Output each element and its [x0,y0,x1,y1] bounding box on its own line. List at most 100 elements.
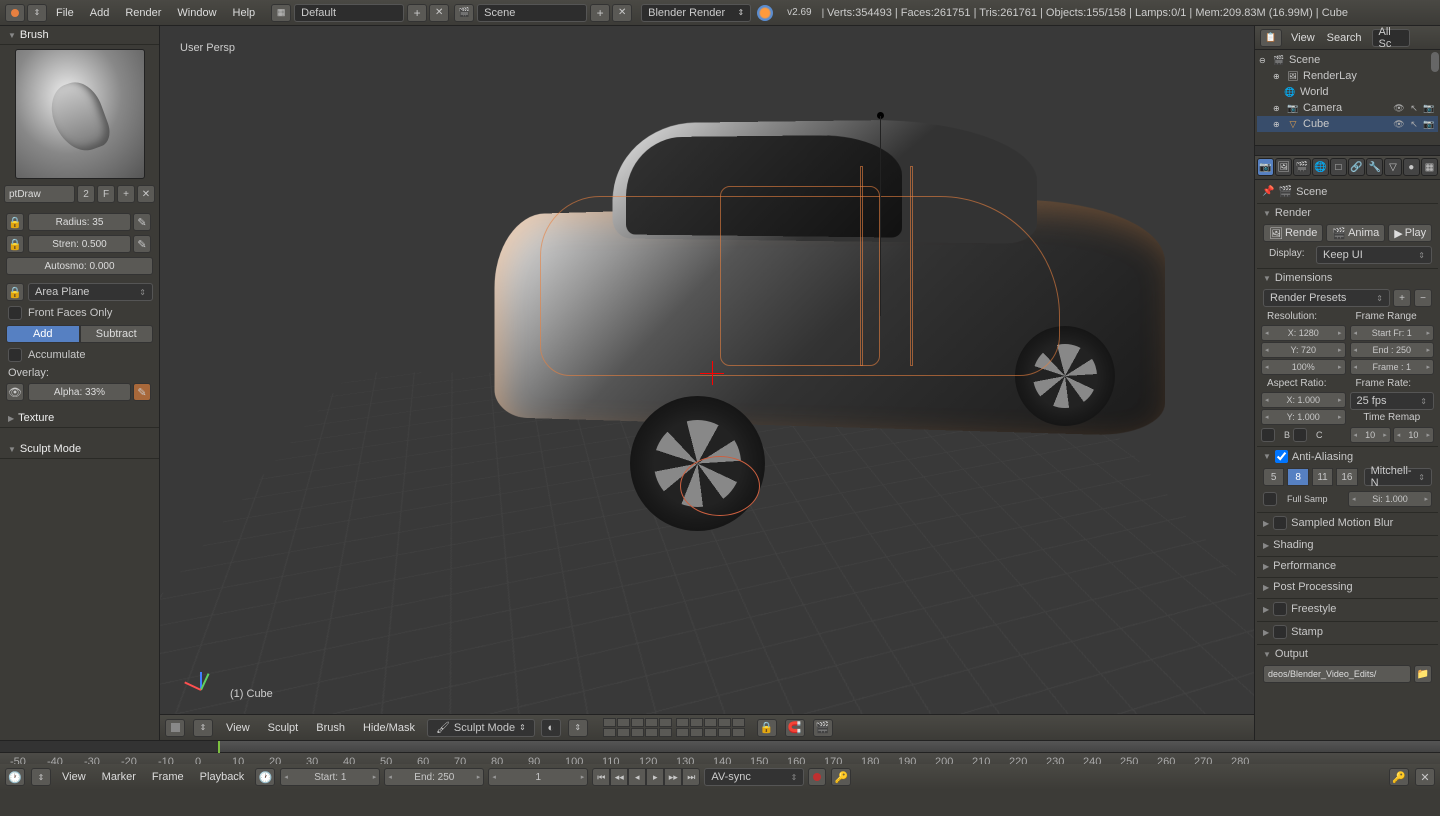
end-frame-field[interactable]: End : 250 [1350,342,1435,358]
vp-menu-hidemask[interactable]: Hide/Mask [357,719,421,737]
editor-type-icon[interactable] [5,4,25,22]
play-button[interactable]: ▶Play [1388,224,1432,242]
aa-enable-checkbox[interactable] [1275,450,1288,463]
tab-world[interactable]: 🌐 [1312,158,1329,176]
render-preview-icon[interactable]: 🎬 [813,719,833,737]
brush-users[interactable]: 2 [77,185,95,203]
radius-lock-icon[interactable]: 🔒 [6,213,24,231]
layout-dropdown[interactable]: Default [294,4,404,22]
tree-cube[interactable]: ⊕▽Cube👁↖📷 [1257,116,1438,132]
stamp-header[interactable]: Stamp [1257,622,1438,642]
render-button[interactable]: 🖼Rende [1263,224,1323,242]
brush-unlink-icon[interactable]: ✕ [137,185,155,203]
jump-end-icon[interactable]: ⏭ [682,768,700,786]
shading-header[interactable]: Shading [1257,536,1438,554]
fps-dropdown[interactable]: 25 fps [1350,392,1435,410]
vp-menu-view[interactable]: View [220,719,256,737]
animation-button[interactable]: 🎬Anima [1326,224,1385,242]
sculpt-plane-dropdown[interactable]: Area Plane [28,283,153,301]
pivot-icon[interactable]: ⇕ [568,719,588,737]
strength-lock-icon[interactable]: 🔒 [6,235,24,253]
outliner-editor-icon[interactable]: 📋 [1260,29,1282,47]
timeline-strip[interactable] [0,741,1440,753]
overlay-edit-icon[interactable]: ✎ [133,383,151,401]
tl-expand-icon[interactable]: ⇕ [31,768,51,786]
tab-material[interactable]: ● [1403,158,1420,176]
engine-dropdown[interactable]: Blender Render⇕ [641,4,751,22]
layout-delete-icon[interactable]: ✕ [429,4,449,22]
tab-layers[interactable]: 🖼 [1275,158,1292,176]
aa-16[interactable]: 16 [1336,468,1357,486]
prev-keyframe-icon[interactable]: ◂◂ [610,768,628,786]
brush-add-icon[interactable]: + [117,185,135,203]
remap-old-field[interactable]: 10 [1350,427,1391,443]
scene-icon[interactable]: 🎬 [454,4,474,22]
editor-type-3dview-icon[interactable] [165,719,185,737]
accumulate-checkbox[interactable]: Accumulate [0,345,159,365]
subtract-button[interactable]: Subtract [80,325,154,343]
pin-icon[interactable]: 📌 [1262,186,1274,197]
vp-expand-icon[interactable]: ⇕ [193,719,213,737]
tab-constraints[interactable]: 🔗 [1348,158,1365,176]
aa-8[interactable]: 8 [1287,468,1308,486]
frame-step-field[interactable]: Frame : 1 [1350,359,1435,375]
mode-dropdown[interactable]: 🖌 Sculpt Mode ⇕ [427,719,535,737]
vp-menu-brush[interactable]: Brush [310,719,351,737]
tl-menu-playback[interactable]: Playback [194,768,251,786]
outliner-view[interactable]: View [1287,30,1319,46]
preset-remove-icon[interactable]: − [1414,289,1432,307]
full-sample-checkbox[interactable] [1263,492,1277,506]
start-frame-field[interactable]: Start Fr: 1 [1350,325,1435,341]
shading-icon[interactable]: ◐ [541,719,561,737]
menu-file[interactable]: File [48,3,82,23]
aa-filter-dropdown[interactable]: Mitchell-N [1364,468,1432,486]
performance-header[interactable]: Performance [1257,557,1438,575]
vp-menu-sculpt[interactable]: Sculpt [262,719,305,737]
sculpt-mode-panel-header[interactable]: Sculpt Mode [0,440,159,459]
lock-camera-icon[interactable]: 🔒 [757,719,777,737]
tl-menu-view[interactable]: View [56,768,92,786]
cursor-icon[interactable]: ↖ [1407,117,1421,131]
outliner-filter-dropdown[interactable]: All Sc [1372,29,1410,47]
tl-menu-frame[interactable]: Frame [146,768,190,786]
outliner-hscroll[interactable] [1255,145,1440,155]
render-icon[interactable]: 📷 [1422,101,1436,115]
aa-size-field[interactable]: Si: 1.000 [1348,491,1432,507]
render-presets-dropdown[interactable]: Render Presets [1263,289,1390,307]
play-reverse-icon[interactable]: ◂ [628,768,646,786]
motionblur-header[interactable]: Sampled Motion Blur [1257,513,1438,533]
folder-icon[interactable]: 📁 [1414,665,1432,683]
next-keyframe-icon[interactable]: ▸▸ [664,768,682,786]
tree-camera[interactable]: ⊕📷Camera👁↖📷 [1257,100,1438,116]
keying-set-icon[interactable]: 🔑 [831,768,851,786]
postprocessing-header[interactable]: Post Processing [1257,578,1438,596]
brush-name-field[interactable]: ptDraw [4,185,75,203]
tree-world[interactable]: 🌐World [1257,84,1438,100]
aa-section-header[interactable]: Anti-Aliasing [1257,447,1438,466]
current-frame-input[interactable]: 1 [488,768,588,786]
aa-11[interactable]: 11 [1312,468,1333,486]
sync-dropdown[interactable]: AV-sync [704,768,804,786]
tree-scene[interactable]: ⊖🎬Scene [1257,52,1438,68]
menu-render[interactable]: Render [117,3,169,23]
strength-pressure-icon[interactable]: ✎ [133,235,151,253]
add-button[interactable]: Add [6,325,80,343]
3d-viewport[interactable]: User Persp (1) Cube ⇕ View Sculpt Brush [160,26,1254,740]
aspect-x-field[interactable]: X: 1.000 [1261,392,1346,408]
play-forward-icon[interactable]: ▸ [646,768,664,786]
end-frame-input[interactable]: End: 250 [384,768,484,786]
remap-new-field[interactable]: 10 [1393,427,1434,443]
plane-lock-icon[interactable]: 🔒 [6,283,24,301]
aa-5[interactable]: 5 [1263,468,1284,486]
radius-slider[interactable]: Radius: 35 [28,213,131,231]
scene-delete-icon[interactable]: ✕ [612,4,632,22]
brush-panel-header[interactable]: Brush [0,26,159,45]
tab-scene[interactable]: 🎬 [1293,158,1310,176]
screen-layout-icon[interactable]: ▦ [271,4,291,22]
jump-start-icon[interactable]: ⏮ [592,768,610,786]
brush-preview[interactable] [15,49,145,179]
scene-add-icon[interactable]: + [590,4,610,22]
autosmooth-slider[interactable]: Autosmo: 0.000 [6,257,153,275]
display-dropdown[interactable]: Keep UI [1316,246,1432,264]
aspect-y-field[interactable]: Y: 1.000 [1261,409,1346,425]
